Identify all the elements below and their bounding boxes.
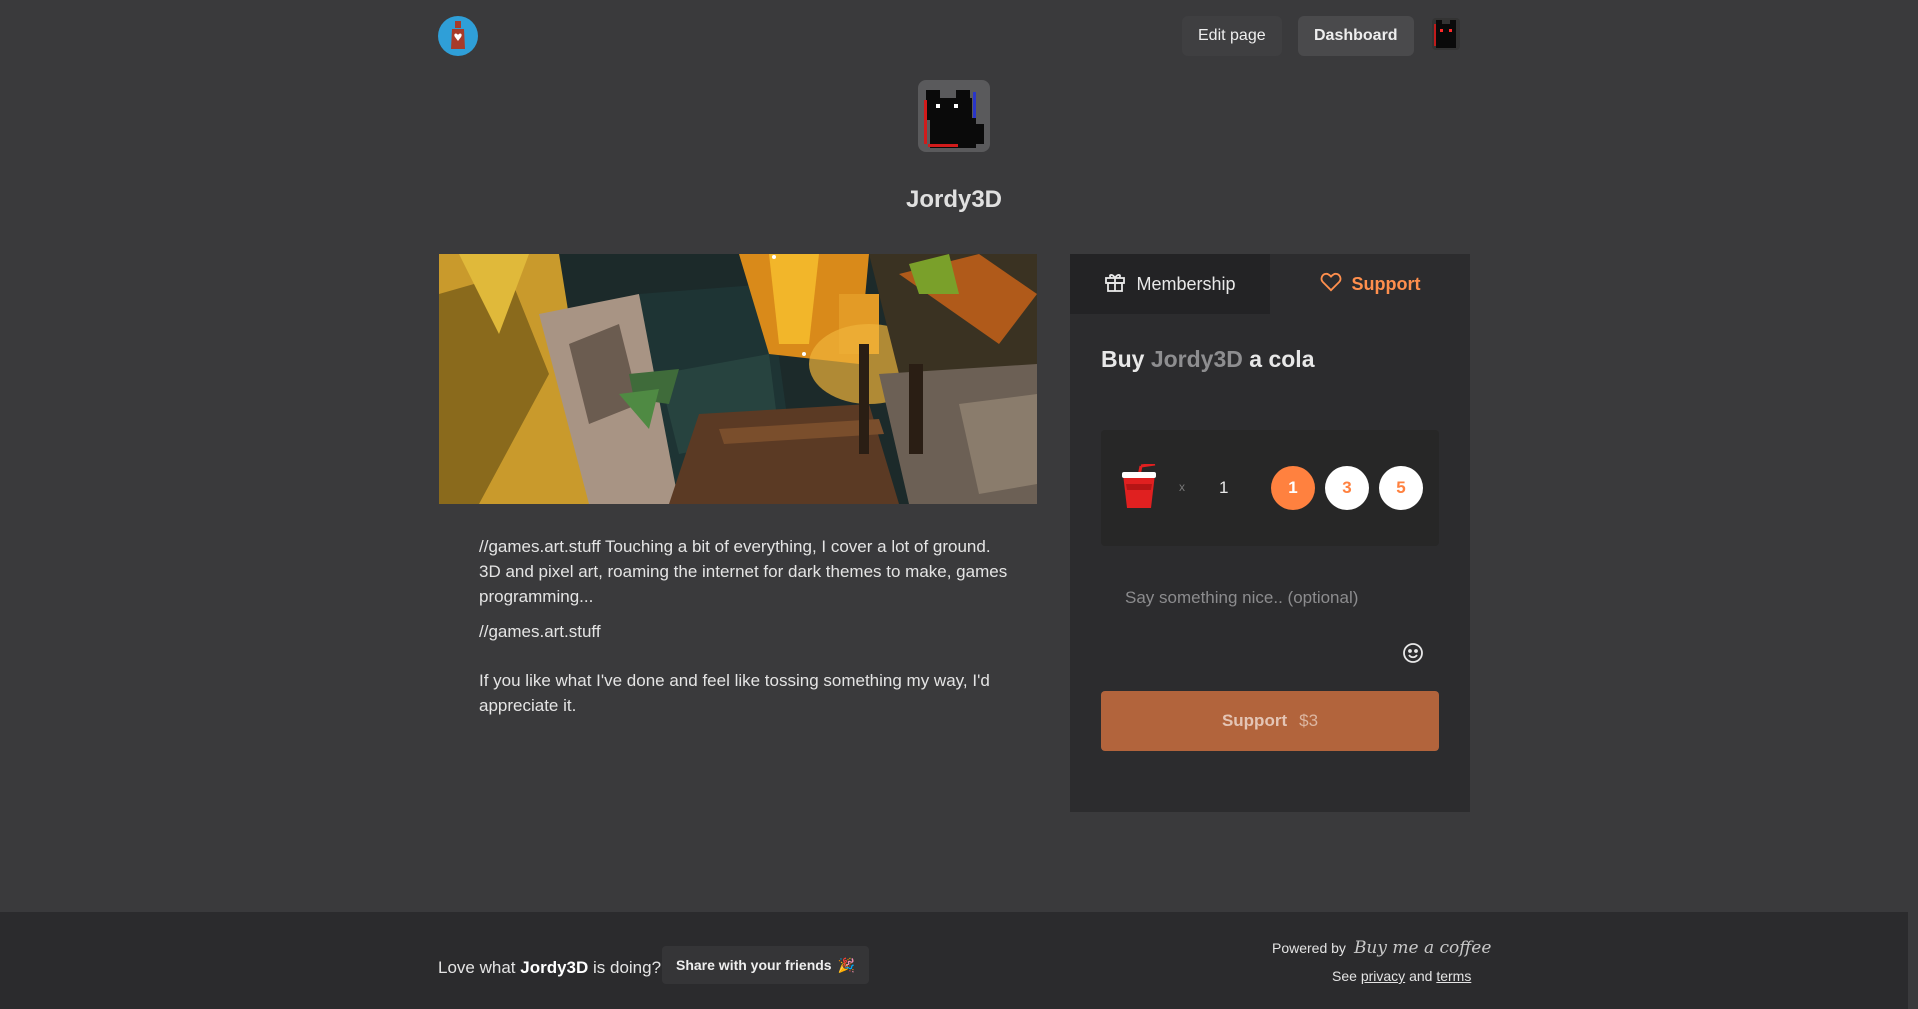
cola-cup-icon bbox=[1119, 462, 1159, 510]
legal-links: See privacy and terms bbox=[1332, 968, 1471, 984]
privacy-link[interactable]: privacy bbox=[1361, 968, 1405, 984]
party-icon: 🎉 bbox=[837, 956, 856, 973]
tab-membership-label: Membership bbox=[1136, 273, 1236, 294]
quantity-option-5[interactable]: 5 bbox=[1379, 466, 1423, 510]
tab-support[interactable]: Support bbox=[1270, 254, 1470, 314]
share-button-label: Share with your friends bbox=[676, 957, 832, 973]
bmc-logo-icon[interactable] bbox=[438, 16, 478, 56]
buy-suffix: a cola bbox=[1249, 346, 1315, 372]
quantity-option-1[interactable]: 1 bbox=[1271, 466, 1315, 510]
share-button[interactable]: Share with your friends 🎉 bbox=[662, 946, 870, 984]
legal-and: and bbox=[1409, 968, 1433, 984]
about-paragraph: //games.art.stuff bbox=[479, 622, 601, 641]
about-paragraph: If you like what I've done and feel like… bbox=[479, 671, 990, 715]
powered-by-label: Powered by bbox=[1272, 940, 1346, 956]
buy-prefix: Buy bbox=[1101, 346, 1145, 372]
quantity-option-3[interactable]: 3 bbox=[1325, 466, 1369, 510]
panel-tabs: Membership Support bbox=[1070, 254, 1470, 314]
profile-avatar bbox=[916, 78, 992, 154]
quantity-selector: x 1 1 3 5 bbox=[1101, 430, 1439, 546]
scrollbar[interactable] bbox=[1908, 0, 1918, 1009]
message-input[interactable] bbox=[1101, 574, 1439, 674]
buy-creator-name: Jordy3D bbox=[1150, 346, 1243, 372]
edit-page-button[interactable]: Edit page bbox=[1182, 16, 1282, 56]
about-paragraph: //games.art.stuff Touching a bit of ever… bbox=[479, 537, 1008, 606]
bmc-brand-logo[interactable]: Buy me a coffee bbox=[1354, 938, 1492, 958]
love-creator-name: Jordy3D bbox=[520, 958, 589, 977]
emoji-picker-icon[interactable] bbox=[1402, 642, 1424, 664]
about-text: //games.art.stuff Touching a bit of ever… bbox=[479, 534, 1009, 728]
love-suffix: is doing? bbox=[593, 958, 662, 977]
footer-love-text: Love what Jordy3D is doing? bbox=[438, 958, 661, 978]
support-button-label: Support bbox=[1221, 711, 1288, 730]
user-avatar[interactable] bbox=[1428, 16, 1464, 52]
legal-see: See bbox=[1332, 968, 1357, 984]
tab-support-label: Support bbox=[1351, 273, 1421, 294]
gift-icon bbox=[1104, 271, 1126, 298]
powered-by: Powered by Buy me a coffee bbox=[1272, 938, 1491, 958]
love-prefix: Love what bbox=[438, 958, 516, 977]
profile-name: Jordy3D bbox=[905, 186, 1003, 213]
quantity-value[interactable]: 1 bbox=[1219, 478, 1228, 498]
times-symbol: x bbox=[1179, 480, 1185, 494]
terms-link[interactable]: terms bbox=[1436, 968, 1471, 984]
heart-icon bbox=[1320, 272, 1342, 297]
tab-membership[interactable]: Membership bbox=[1070, 254, 1270, 314]
support-panel: Membership Support Buy Jordy3D a cola x … bbox=[1070, 254, 1470, 812]
cover-image bbox=[439, 254, 1037, 504]
support-button[interactable]: Support $3 bbox=[1101, 691, 1439, 751]
dashboard-button[interactable]: Dashboard bbox=[1298, 16, 1414, 56]
buy-title: Buy Jordy3D a cola bbox=[1101, 346, 1315, 373]
support-amount: $3 bbox=[1299, 711, 1319, 730]
footer: Love what Jordy3D is doing? Share with y… bbox=[0, 912, 1908, 1009]
